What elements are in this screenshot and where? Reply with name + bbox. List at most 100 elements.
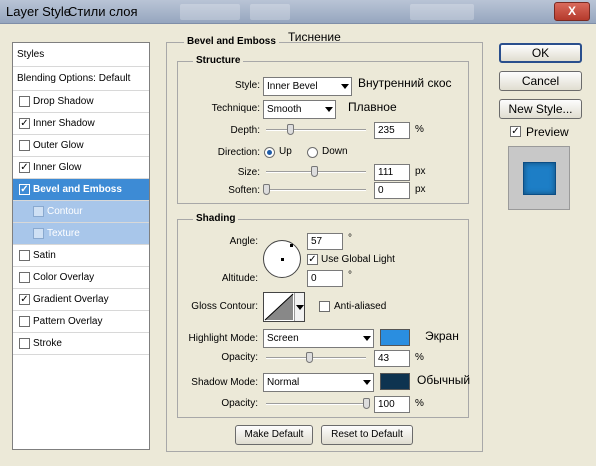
- bevel-title-ru: Тиснение: [288, 30, 341, 44]
- angle-dial[interactable]: [263, 240, 301, 278]
- soften-input[interactable]: 0: [374, 182, 410, 199]
- style-checkbox[interactable]: [19, 96, 30, 107]
- shadow-opacity-input[interactable]: 100: [374, 396, 410, 413]
- altitude-input[interactable]: 0: [307, 270, 343, 287]
- chevron-down-icon: [363, 380, 371, 385]
- depth-input[interactable]: 235: [374, 122, 410, 139]
- blurred-toolbar: [410, 4, 474, 20]
- make-default-button[interactable]: Make Default: [235, 425, 313, 445]
- slider-thumb[interactable]: [311, 166, 318, 177]
- gloss-contour-picker[interactable]: [263, 292, 305, 322]
- slider-thumb[interactable]: [306, 352, 313, 363]
- dial-handle[interactable]: [290, 244, 293, 247]
- gloss-dropdown-button[interactable]: [294, 293, 304, 321]
- ok-button[interactable]: OK: [499, 43, 582, 63]
- style-item-label: Gradient Overlay: [33, 294, 109, 305]
- style-item-outer-glow[interactable]: Outer Glow: [13, 135, 149, 157]
- gloss-contour-label: Gloss Contour:: [191, 301, 258, 312]
- direction-label: Direction:: [217, 147, 260, 158]
- style-item-inner-shadow[interactable]: ✓ Inner Shadow: [13, 113, 149, 135]
- shadow-color-swatch[interactable]: [380, 373, 410, 390]
- styles-header[interactable]: Styles: [13, 43, 149, 67]
- shading-title: Shading: [193, 213, 239, 224]
- depth-label: Depth:: [230, 125, 260, 136]
- style-item-gradient-overlay[interactable]: ✓ Gradient Overlay: [13, 289, 149, 311]
- style-item-stroke[interactable]: Stroke: [13, 333, 149, 355]
- style-item-label: Satin: [33, 250, 56, 261]
- style-checkbox[interactable]: ✓: [19, 184, 30, 195]
- reset-default-button[interactable]: Reset to Default: [321, 425, 413, 445]
- window-title-ru: Стили слоя: [68, 4, 138, 19]
- shadow-opacity-label: Opacity:: [221, 398, 258, 409]
- style-item-label: Texture: [47, 228, 80, 239]
- shadow-mode-dropdown[interactable]: Normal: [263, 373, 374, 392]
- contour-curve-icon: [264, 293, 294, 321]
- style-checkbox[interactable]: [19, 316, 30, 327]
- style-checkbox[interactable]: [19, 272, 30, 283]
- blurred-toolbar: [180, 4, 240, 20]
- style-item-satin[interactable]: Satin: [13, 245, 149, 267]
- style-item-bevel-and-emboss[interactable]: ✓ Bevel and Emboss: [13, 179, 149, 201]
- style-checkbox[interactable]: [19, 140, 30, 151]
- size-slider[interactable]: [266, 166, 366, 178]
- technique-label: Technique:: [211, 103, 260, 114]
- new-style-button[interactable]: New Style...: [499, 99, 582, 119]
- highlight-mode-label: Highlight Mode:: [188, 333, 258, 344]
- preview-swatch: [523, 162, 556, 195]
- style-item-label: Drop Shadow: [33, 96, 94, 107]
- slider-thumb[interactable]: [287, 124, 294, 135]
- cancel-button[interactable]: Cancel: [499, 71, 582, 91]
- style-item-label: Inner Shadow: [33, 118, 95, 129]
- soften-slider[interactable]: [263, 184, 366, 196]
- chevron-down-icon: [325, 107, 333, 112]
- direction-down-radio[interactable]: [307, 147, 318, 158]
- style-item-color-overlay[interactable]: Color Overlay: [13, 267, 149, 289]
- chevron-down-icon: [341, 84, 349, 89]
- highlight-color-swatch[interactable]: [380, 329, 410, 346]
- style-item-label: Stroke: [33, 338, 62, 349]
- style-item-pattern-overlay[interactable]: Pattern Overlay: [13, 311, 149, 333]
- global-light-checkbox[interactable]: ✓: [307, 254, 318, 265]
- style-item-label: Pattern Overlay: [33, 316, 103, 327]
- style-item-drop-shadow[interactable]: Drop Shadow: [13, 91, 149, 113]
- style-checkbox[interactable]: [33, 206, 44, 217]
- shadow-opacity-unit: %: [415, 398, 424, 409]
- close-button[interactable]: X: [554, 2, 590, 21]
- style-checkbox[interactable]: [33, 228, 44, 239]
- style-checkbox[interactable]: ✓: [19, 162, 30, 173]
- chevron-down-icon: [296, 305, 304, 310]
- highlight-opacity-slider[interactable]: [266, 352, 366, 364]
- soften-label: Soften:: [228, 185, 260, 196]
- style-item-texture[interactable]: Texture: [13, 223, 149, 245]
- highlight-opacity-input[interactable]: 43: [374, 350, 410, 367]
- depth-slider[interactable]: [266, 124, 366, 136]
- slider-thumb[interactable]: [263, 184, 270, 195]
- direction-up-radio[interactable]: [264, 147, 275, 158]
- style-item-contour[interactable]: Contour: [13, 201, 149, 223]
- blurred-toolbar: [250, 4, 290, 20]
- style-checkbox[interactable]: ✓: [19, 118, 30, 129]
- shadow-opacity-slider[interactable]: [266, 398, 370, 410]
- direction-up-label: Up: [279, 146, 292, 157]
- preview-checkbox[interactable]: ✓: [510, 126, 521, 137]
- blending-options[interactable]: Blending Options: Default: [13, 67, 149, 91]
- dial-center: [281, 258, 284, 261]
- shadow-ru: Обычный: [417, 373, 471, 387]
- style-item-inner-glow[interactable]: ✓ Inner Glow: [13, 157, 149, 179]
- style-checkbox[interactable]: [19, 250, 30, 261]
- structure-title: Structure: [193, 55, 244, 66]
- anti-aliased-checkbox[interactable]: [319, 301, 330, 312]
- style-dropdown[interactable]: Inner Bevel: [263, 77, 352, 96]
- slider-thumb[interactable]: [363, 398, 370, 409]
- size-input[interactable]: 111: [374, 164, 410, 181]
- preview-thumbnail: [508, 146, 570, 210]
- style-checkbox[interactable]: [19, 338, 30, 349]
- technique-dropdown[interactable]: Smooth: [263, 100, 336, 119]
- style-item-label: Contour: [47, 206, 83, 217]
- chevron-down-icon: [363, 336, 371, 341]
- style-checkbox[interactable]: ✓: [19, 294, 30, 305]
- shadow-mode-label: Shadow Mode:: [191, 377, 258, 388]
- angle-input[interactable]: 57: [307, 233, 343, 250]
- anti-aliased-label: Anti-aliased: [334, 301, 387, 312]
- highlight-mode-dropdown[interactable]: Screen: [263, 329, 374, 348]
